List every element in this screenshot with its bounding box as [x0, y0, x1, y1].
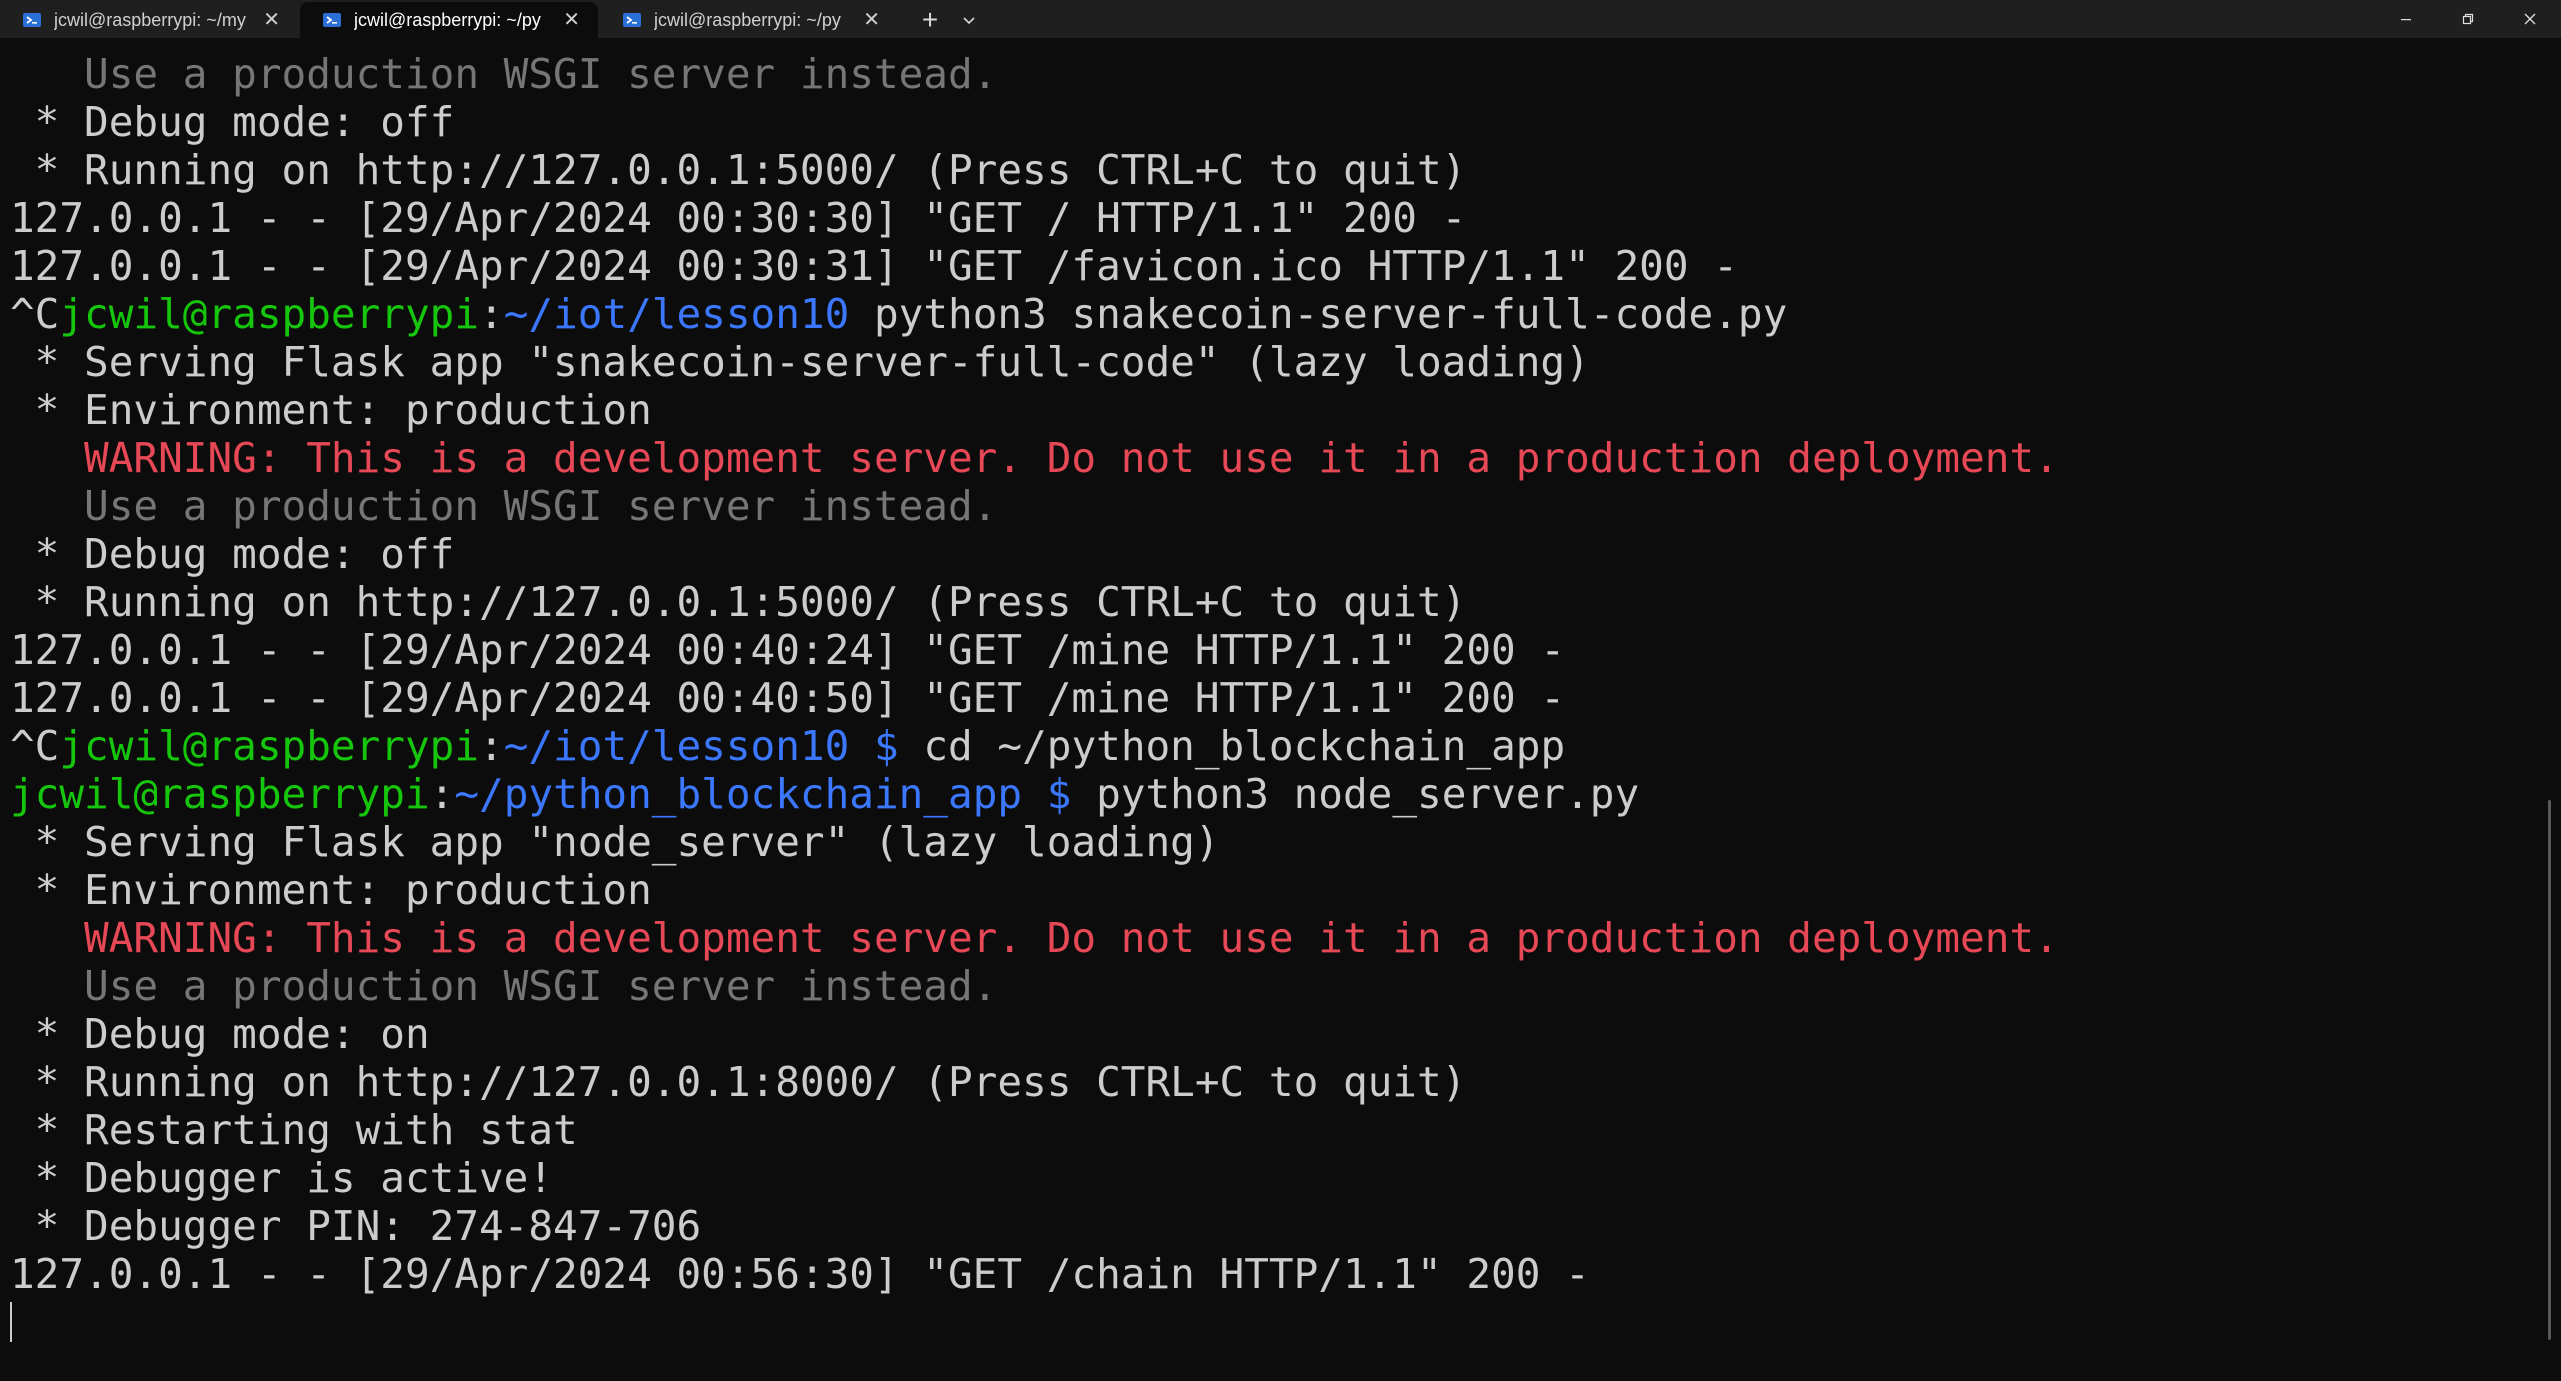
close-icon	[2524, 13, 2536, 25]
terminal-line: * Environment: production	[10, 866, 2530, 914]
terminal-line: * Running on http://127.0.0.1:5000/ (Pre…	[10, 146, 2530, 194]
terminal-text-segment: * Debug mode: on	[10, 1010, 430, 1058]
powershell-icon	[23, 13, 41, 27]
terminal-line: * Serving Flask app "snakecoin-server-fu…	[10, 338, 2530, 386]
minimize-button[interactable]	[2375, 0, 2437, 38]
terminal-text-segment: 127.0.0.1 - - [29/Apr/2024 00:56:30] "GE…	[10, 1250, 1590, 1298]
tab-2[interactable]: jcwil@raspberrypi: ~/py ✕	[300, 2, 598, 38]
terminal-line: 127.0.0.1 - - [29/Apr/2024 00:30:31] "GE…	[10, 242, 2530, 290]
text-cursor	[10, 1302, 12, 1342]
terminal-line: * Debugger PIN: 274-847-706	[10, 1202, 2530, 1250]
maximize-button[interactable]	[2437, 0, 2499, 38]
terminal-line: * Running on http://127.0.0.1:5000/ (Pre…	[10, 578, 2530, 626]
terminal-text-segment: * Environment: production	[10, 386, 652, 434]
terminal-text-segment: * Debug mode: off	[10, 530, 455, 578]
terminal-line: * Restarting with stat	[10, 1106, 2530, 1154]
terminal-line: * Running on http://127.0.0.1:8000/ (Pre…	[10, 1058, 2530, 1106]
powershell-icon	[623, 13, 641, 27]
terminal-line: Use a production WSGI server instead.	[10, 962, 2530, 1010]
tab-title: jcwil@raspberrypi: ~/my	[54, 9, 246, 30]
terminal-line: Use a production WSGI server instead.	[10, 50, 2530, 98]
terminal-text-segment: * Restarting with stat	[10, 1106, 578, 1154]
terminal-text-segment: Use a production WSGI server instead.	[10, 962, 998, 1010]
terminal-text-segment: Use a production WSGI server instead.	[10, 482, 998, 530]
terminal-text-segment: * Environment: production	[10, 866, 652, 914]
restore-icon	[2462, 13, 2474, 25]
terminal-text-segment: :	[479, 722, 504, 770]
terminal-text-segment: * Running on http://127.0.0.1:5000/ (Pre…	[10, 578, 1467, 626]
terminal-text-segment: python3 node_server.py	[1071, 770, 1640, 818]
terminal-text-segment: * Running on http://127.0.0.1:8000/ (Pre…	[10, 1058, 1467, 1106]
terminal-text-segment: jcwil@raspberrypi	[10, 770, 430, 818]
terminal-line: 127.0.0.1 - - [29/Apr/2024 00:40:24] "GE…	[10, 626, 2530, 674]
terminal-line: jcwil@raspberrypi:~/python_blockchain_ap…	[10, 770, 2530, 818]
scrollbar-thumb[interactable]	[2548, 800, 2551, 1340]
close-window-button[interactable]	[2499, 0, 2561, 38]
terminal-text-segment: cd ~/python_blockchain_app	[898, 722, 1566, 770]
terminal-text-segment: * Serving Flask app "node_server" (lazy …	[10, 818, 1220, 866]
terminal-line: * Debug mode: off	[10, 530, 2530, 578]
tab-dropdown-button[interactable]	[952, 2, 986, 38]
terminal-line: Use a production WSGI server instead.	[10, 482, 2530, 530]
terminal-line: * Debug mode: on	[10, 1010, 2530, 1058]
new-tab-button[interactable]: +	[908, 2, 952, 38]
terminal-text-segment: ~/iot/lesson10 $	[503, 722, 899, 770]
terminal-line: * Debugger is active!	[10, 1154, 2530, 1202]
terminal-text-segment: 127.0.0.1 - - [29/Apr/2024 00:30:31] "GE…	[10, 242, 1738, 290]
terminal-line: 127.0.0.1 - - [29/Apr/2024 00:40:50] "GE…	[10, 674, 2530, 722]
chevron-down-icon	[963, 17, 975, 25]
powershell-icon	[323, 13, 341, 27]
tab-close-icon[interactable]: ✕	[563, 10, 580, 30]
terminal-line: * Serving Flask app "node_server" (lazy …	[10, 818, 2530, 866]
tab-close-icon[interactable]: ✕	[263, 10, 280, 30]
terminal-line: WARNING: This is a development server. D…	[10, 914, 2530, 962]
terminal-text-segment: 127.0.0.1 - - [29/Apr/2024 00:30:30] "GE…	[10, 194, 1467, 242]
terminal-text-segment: 127.0.0.1 - - [29/Apr/2024 00:40:24] "GE…	[10, 626, 1566, 674]
terminal-text-segment: Use a production WSGI server instead.	[10, 50, 998, 98]
window-controls	[2375, 0, 2561, 38]
tab-bar: jcwil@raspberrypi: ~/my ✕ jcwil@raspberr…	[0, 0, 2561, 38]
terminal-text-segment: python3 snakecoin-server-full-code.py	[849, 290, 1788, 338]
terminal-text-segment: :	[429, 770, 455, 818]
terminal-text-segment: WARNING: This is a development server. D…	[10, 914, 2059, 962]
terminal-line: ^Cjcwil@raspberrypi:~/iot/lesson10 pytho…	[10, 290, 2530, 338]
terminal-text-segment: * Serving Flask app "snakecoin-server-fu…	[10, 338, 1590, 386]
terminal-line: * Environment: production	[10, 386, 2530, 434]
terminal-text-segment: jcwil@raspberrypi	[59, 722, 480, 770]
terminal-text-segment: ^C	[10, 722, 60, 770]
terminal-text-segment: :	[479, 290, 504, 338]
terminal-text-segment: ~/iot/lesson10	[503, 290, 850, 338]
tab-1[interactable]: jcwil@raspberrypi: ~/my ✕	[0, 2, 298, 38]
terminal-text-segment: * Debug mode: off	[10, 98, 455, 146]
terminal-line: * Debug mode: off	[10, 98, 2530, 146]
terminal-text-segment: * Running on http://127.0.0.1:5000/ (Pre…	[10, 146, 1467, 194]
terminal-line: 127.0.0.1 - - [29/Apr/2024 00:30:30] "GE…	[10, 194, 2530, 242]
minimize-icon	[2401, 19, 2411, 21]
tab-title: jcwil@raspberrypi: ~/py	[354, 9, 541, 30]
terminal-text-segment: ^C	[10, 290, 60, 338]
terminal-window: jcwil@raspberrypi: ~/my ✕ jcwil@raspberr…	[0, 0, 2561, 1381]
terminal-line: WARNING: This is a development server. D…	[10, 434, 2530, 482]
terminal-text-segment: ~/python_blockchain_app $	[454, 770, 1072, 818]
terminal-text-segment: * Debugger is active!	[10, 1154, 554, 1202]
tab-3[interactable]: jcwil@raspberrypi: ~/py ✕	[600, 2, 898, 38]
terminal-text-segment: * Debugger PIN: 274-847-706	[10, 1202, 702, 1250]
tab-title: jcwil@raspberrypi: ~/py	[654, 9, 841, 30]
terminal-input-line[interactable]	[10, 1298, 2530, 1346]
terminal-line: 127.0.0.1 - - [29/Apr/2024 00:56:30] "GE…	[10, 1250, 2530, 1298]
terminal-output[interactable]: Use a production WSGI server instead. * …	[10, 50, 2530, 1346]
terminal-text-segment: 127.0.0.1 - - [29/Apr/2024 00:40:50] "GE…	[10, 674, 1566, 722]
terminal-line: ^Cjcwil@raspberrypi:~/iot/lesson10 $ cd …	[10, 722, 2530, 770]
terminal-text-segment: jcwil@raspberrypi	[59, 290, 480, 338]
terminal-text-segment: WARNING: This is a development server. D…	[10, 434, 2059, 482]
tab-close-icon[interactable]: ✕	[863, 10, 880, 30]
